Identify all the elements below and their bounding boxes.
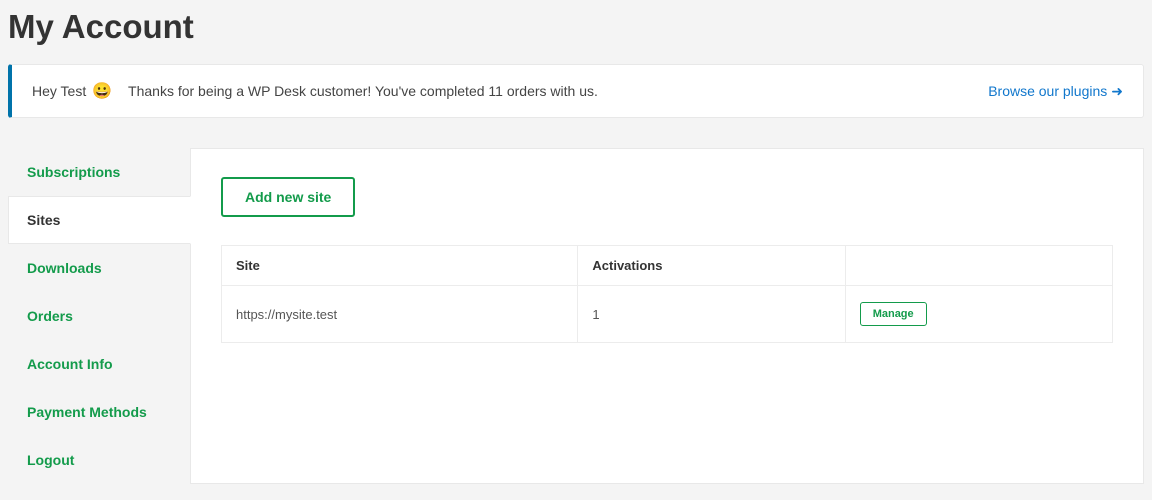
welcome-banner: Hey Test 😀 Thanks for being a WP Desk cu… — [8, 64, 1144, 118]
table-header-actions — [845, 246, 1112, 286]
sidebar-item-orders[interactable]: Orders — [8, 292, 190, 340]
sites-table: Site Activations https://mysite.test 1 M… — [221, 245, 1113, 343]
welcome-greeting-prefix: Hey Test — [32, 83, 86, 99]
arrow-right-icon: ➜ — [1111, 83, 1123, 100]
sidebar-item-subscriptions[interactable]: Subscriptions — [8, 148, 190, 196]
cell-site-url: https://mysite.test — [222, 286, 578, 343]
account-sidebar: Subscriptions Sites Downloads Orders Acc… — [8, 148, 190, 484]
sidebar-item-label: Subscriptions — [27, 164, 120, 180]
sidebar-item-label: Logout — [27, 452, 74, 468]
sidebar-item-payment-methods[interactable]: Payment Methods — [8, 388, 190, 436]
table-row: https://mysite.test 1 Manage — [222, 286, 1113, 343]
sidebar-item-sites[interactable]: Sites — [8, 196, 191, 244]
manage-site-button[interactable]: Manage — [860, 302, 927, 326]
sidebar-item-account-info[interactable]: Account Info — [8, 340, 190, 388]
cell-activations: 1 — [578, 286, 845, 343]
sidebar-item-label: Sites — [27, 212, 60, 228]
sidebar-item-label: Downloads — [27, 260, 102, 276]
table-header-activations: Activations — [578, 246, 845, 286]
sidebar-item-label: Orders — [27, 308, 73, 324]
sites-panel: Add new site Site Activations https://my… — [190, 148, 1144, 484]
sidebar-item-label: Account Info — [27, 356, 113, 372]
table-header-site: Site — [222, 246, 578, 286]
cell-actions: Manage — [845, 286, 1112, 343]
browse-plugins-label: Browse our plugins — [988, 83, 1107, 99]
welcome-text: Hey Test 😀 Thanks for being a WP Desk cu… — [32, 81, 598, 101]
page-title: My Account — [8, 0, 1144, 64]
sidebar-item-label: Payment Methods — [27, 404, 147, 420]
add-new-site-button[interactable]: Add new site — [221, 177, 355, 217]
sidebar-item-logout[interactable]: Logout — [8, 436, 190, 484]
table-header-row: Site Activations — [222, 246, 1113, 286]
smile-icon: 😀 — [92, 81, 112, 101]
sidebar-item-downloads[interactable]: Downloads — [8, 244, 190, 292]
welcome-greeting-rest: Thanks for being a WP Desk customer! You… — [128, 83, 598, 99]
browse-plugins-link[interactable]: Browse our plugins ➜ — [988, 83, 1123, 100]
